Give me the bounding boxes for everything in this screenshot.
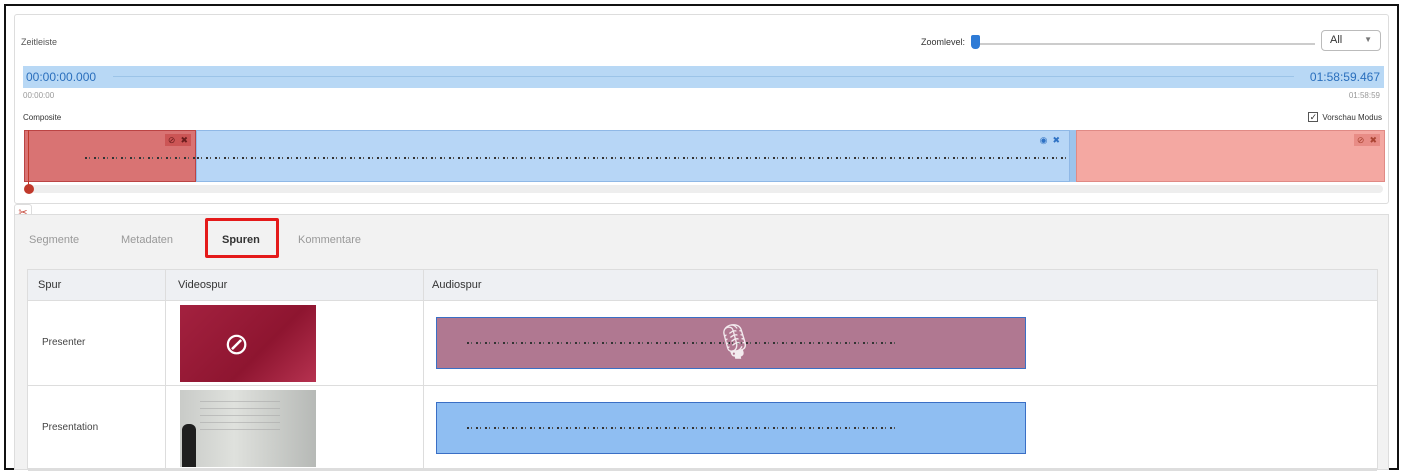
time-end-short: 01:58:59	[1348, 91, 1380, 100]
video-thumbnail-presentation[interactable]	[180, 390, 316, 467]
tab-bar: Segmente Metadaten Spuren Kommentare	[15, 215, 1388, 259]
editor-frame: Zeitleiste Zoomlevel: All ▼ 00:00:00.000…	[4, 4, 1399, 471]
timeline-scrollbar[interactable]	[31, 185, 1383, 193]
overview-waveform	[113, 76, 1294, 77]
x-icon[interactable]: ✖	[1052, 135, 1060, 146]
header-audiospur: Audiospur	[432, 279, 482, 291]
zoom-slider-track[interactable]	[975, 43, 1315, 45]
preview-mode-checkbox[interactable]: ✓	[1308, 112, 1319, 122]
x-icon[interactable]: ✖	[1369, 135, 1377, 146]
header-videospur: Videospur	[178, 279, 228, 291]
segment-active[interactable]: ◉ ✖	[196, 130, 1077, 182]
time-end: 01:58:59.467	[1309, 70, 1380, 84]
tab-highlight	[205, 218, 279, 258]
playhead-handle[interactable]	[24, 184, 34, 194]
time-overview-bar[interactable]: 00:00:00.000 01:58:59.467	[23, 66, 1384, 88]
table-row: Presenter ⊘ 🎙	[28, 301, 1377, 386]
segment-waveform	[197, 157, 1077, 159]
table-header: Spur Videospur Audiospur	[28, 270, 1377, 301]
audio-waveform	[467, 342, 897, 344]
audio-track-presentation[interactable]	[436, 402, 1026, 454]
presenter-figure	[182, 424, 196, 467]
composite-track[interactable]: ⊘ ✖ ◉ ✖ ⊘ ✖	[24, 130, 1385, 182]
playhead-line	[28, 130, 29, 185]
table-row: Presentation	[28, 386, 1377, 471]
header-spur: Spur	[38, 279, 62, 291]
segment-deleted-start[interactable]: ⊘ ✖	[24, 130, 197, 182]
segment-controls: ◉ ✖	[1037, 134, 1063, 146]
preview-mode-toggle[interactable]: ✓ Vorschau Modus	[1308, 112, 1382, 122]
audio-waveform	[467, 427, 897, 429]
tab-segmente[interactable]: Segmente	[29, 234, 79, 246]
segment-waveform	[85, 157, 197, 159]
timeline-title: Zeitleiste	[21, 37, 58, 47]
zoom-label: Zoomlevel:	[921, 37, 966, 47]
whiteboard-image	[200, 396, 280, 436]
tab-metadaten[interactable]: Metadaten	[121, 234, 173, 246]
eye-slash-icon[interactable]: ⊘	[224, 327, 249, 362]
eye-icon[interactable]: ◉	[1040, 135, 1048, 146]
chevron-down-icon: ▼	[1364, 35, 1372, 44]
audio-track-presenter[interactable]: 🎙	[436, 317, 1026, 369]
segment-deleted-end[interactable]: ⊘ ✖	[1076, 130, 1385, 182]
details-panel: Segmente Metadaten Spuren Kommentare Spu…	[14, 214, 1389, 471]
video-thumbnail-presenter[interactable]: ⊘	[180, 305, 316, 382]
zoom-slider-handle[interactable]	[971, 35, 980, 49]
time-start-short: 00:00:00	[23, 91, 55, 100]
segment-controls: ⊘ ✖	[1353, 134, 1380, 146]
segment-controls: ⊘ ✖	[164, 134, 191, 146]
zoom-select-value: All	[1330, 34, 1343, 46]
mic-off-icon[interactable]: 🎙	[713, 322, 756, 362]
x-icon[interactable]: ✖	[180, 135, 188, 146]
zoom-select[interactable]: All ▼	[1321, 30, 1381, 51]
tab-kommentare[interactable]: Kommentare	[298, 234, 361, 246]
track-name: Presentation	[42, 422, 99, 433]
tracks-table: Spur Videospur Audiospur Presenter ⊘ 🎙 P…	[27, 269, 1378, 471]
preview-mode-label: Vorschau Modus	[1322, 112, 1382, 122]
time-start: 00:00:00.000	[26, 70, 97, 84]
composite-label: Composite	[23, 113, 62, 122]
eye-slash-icon[interactable]: ⊘	[168, 135, 176, 146]
timeline-panel: Zeitleiste Zoomlevel: All ▼ 00:00:00.000…	[14, 14, 1389, 204]
track-name: Presenter	[42, 337, 86, 348]
eye-slash-icon[interactable]: ⊘	[1357, 135, 1365, 146]
